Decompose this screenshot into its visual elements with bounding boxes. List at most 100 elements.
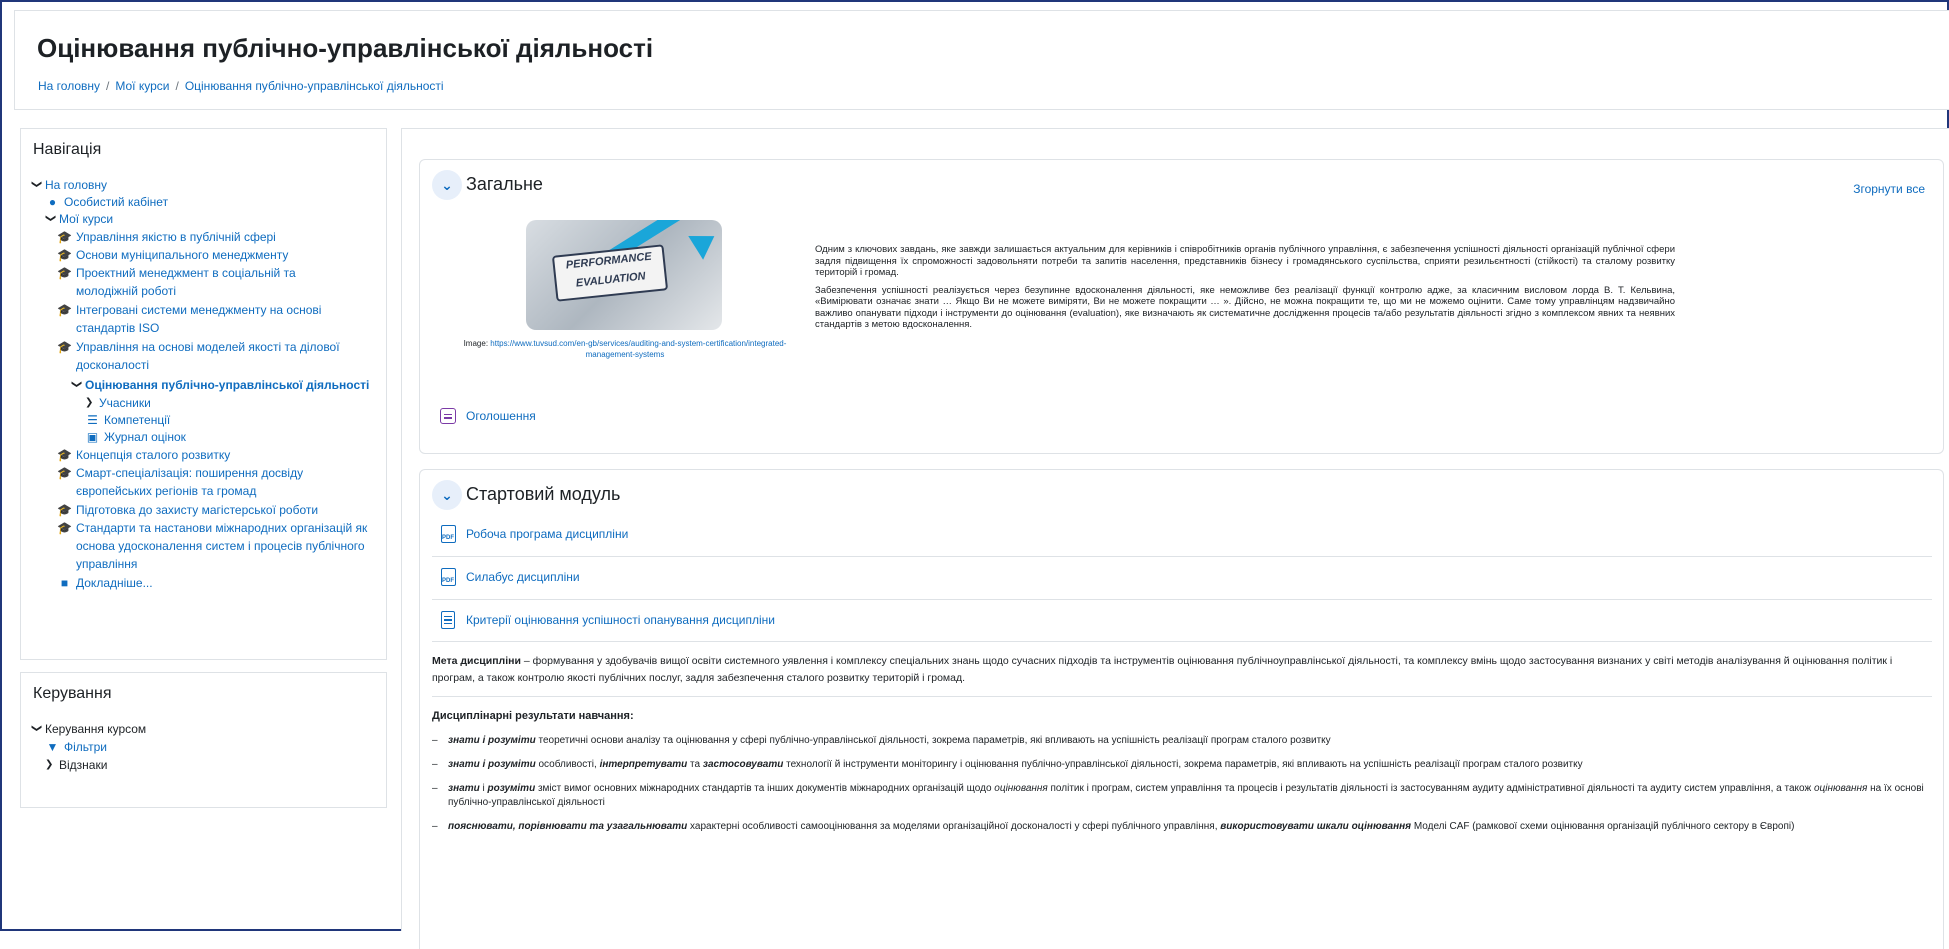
nav-item-label: Фільтри <box>64 740 107 754</box>
nav-item-label: Смарт-спеціалізація: поширення досвіду є… <box>76 466 304 498</box>
graduation-cap-icon: 🎓 <box>57 340 72 354</box>
activity-work-program[interactable]: PDF Робоча програма дисципліни <box>440 525 628 543</box>
content-divider <box>432 696 1932 697</box>
activity-announcements[interactable]: Оголошення <box>440 407 536 425</box>
nav-item-filters[interactable]: ▼ Фільтри <box>45 738 107 756</box>
nav-item-label: Відзнаки <box>59 758 108 772</box>
graduation-cap-icon: 🎓 <box>57 466 72 480</box>
list-check-icon: ☰ <box>87 413 98 427</box>
breadcrumb-home[interactable]: На головну <box>38 79 100 93</box>
page-header: Оцінювання публічно-управлінської діяльн… <box>14 10 1949 110</box>
graduation-cap-icon: 🎓 <box>57 248 72 262</box>
nav-item-badges[interactable]: ❯ Відзнаки <box>45 756 107 774</box>
graduation-cap-icon: 🎓 <box>57 230 72 244</box>
learning-result-item: – знати і розуміти зміст вимог основних … <box>432 783 1924 808</box>
nav-item-label: Основи муніципального менеджменту <box>76 248 289 262</box>
nav-item-label: Учасники <box>99 396 151 410</box>
activity-link[interactable]: Силабус дисципліни <box>466 570 580 584</box>
nav-item-label: Журнал оцінок <box>104 430 186 444</box>
nav-item-label: Управління якістю в публічній сфері <box>76 230 276 244</box>
nav-item-label: Мої курси <box>59 212 114 226</box>
image-source-link[interactable]: https://www.tuvsud.com/en-gb/services/au… <box>490 339 786 359</box>
learning-result-item: – знати і розуміти особливості, інтерпре… <box>432 759 1583 770</box>
chevron-down-icon: ❯ <box>31 180 42 189</box>
graduation-cap-icon: 🎓 <box>57 503 72 517</box>
graduation-cap-icon: 🎓 <box>57 303 72 317</box>
nav-item-home[interactable]: ❯ На головну <box>31 176 107 194</box>
nav-course-sustainable[interactable]: 🎓 Концепція сталого розвитку <box>57 446 377 464</box>
breadcrumb-course[interactable]: Оцінювання публічно-управлінської діяльн… <box>185 79 444 93</box>
breadcrumb-separator: / <box>106 79 110 93</box>
nav-item-label: Концепція сталого розвитку <box>76 448 231 462</box>
nav-course-project[interactable]: 🎓 Проектний менеджмент в соціальній та м… <box>57 264 317 300</box>
image-caption-prefix: Image: <box>463 339 491 348</box>
collapse-all-link[interactable]: Згорнути все <box>1853 182 1925 196</box>
nav-item-label: На головну <box>45 178 108 192</box>
navigation-block: Навігація ❯ На головну ● Особистий кабін… <box>20 128 387 660</box>
section-collapse-toggle[interactable]: ⌄ <box>432 480 462 510</box>
nav-item-label: Оцінювання публічно-управлінської діяльн… <box>85 378 370 392</box>
graduation-cap-icon: 🎓 <box>57 448 72 462</box>
nav-item-course-admin[interactable]: ❯ Керування курсом <box>31 720 146 738</box>
management-block-title: Керування <box>33 685 112 702</box>
section-title: Стартовий модуль <box>466 484 621 504</box>
nav-course-excellence[interactable]: 🎓 Управління на основі моделей якості та… <box>57 338 357 374</box>
main-content: ⌄ Загальне Згорнути все PERFORMANCE EVAL… <box>401 128 1949 949</box>
pdf-file-icon: PDF <box>440 525 456 543</box>
activity-criteria[interactable]: Критерії оцінювання успішності опануванн… <box>440 611 775 629</box>
activity-syllabus[interactable]: PDF Силабус дисципліни <box>440 568 580 586</box>
chevron-right-icon: ❯ <box>45 759 54 770</box>
nav-course-quality[interactable]: 🎓 Управління якістю в публічній сфері <box>57 228 377 246</box>
chevron-right-icon: ❯ <box>85 397 94 408</box>
breadcrumb-my-courses[interactable]: Мої курси <box>115 79 169 93</box>
section-general: ⌄ Загальне Згорнути все PERFORMANCE EVAL… <box>419 159 1944 454</box>
image-badge: PERFORMANCE EVALUATION <box>551 244 669 302</box>
activity-link[interactable]: Критерії оцінювання успішності опануванн… <box>466 613 775 627</box>
chevron-down-icon: ❯ <box>45 214 56 223</box>
nav-course-iso[interactable]: 🎓 Інтегровані системи менеджменту на осн… <box>57 301 342 337</box>
chevron-down-icon: ⌄ <box>441 486 453 503</box>
image-caption: Image: https://www.tuvsud.com/en-gb/serv… <box>460 338 790 360</box>
clipboard-icon: ▣ <box>86 430 99 444</box>
nav-course-standards[interactable]: 🎓 Стандарти та настанови міжнародних орг… <box>57 519 377 573</box>
nav-item-label: Стандарти та настанови міжнародних орган… <box>76 521 368 571</box>
nav-item-label: Керування курсом <box>45 722 147 736</box>
nav-item-more[interactable]: ■ Докладніше... <box>57 574 153 592</box>
nav-item-label: Підготовка до захисту магістерської робо… <box>76 503 319 517</box>
activity-divider <box>432 556 1932 557</box>
document-icon <box>440 611 456 629</box>
breadcrumb: На головну / Мої курси / Оцінювання публ… <box>38 79 444 93</box>
graduation-cap-icon: 🎓 <box>57 266 72 280</box>
navigation-block-title: Навігація <box>33 141 102 158</box>
course-goal-text: Мета дисципліни – формування у здобувачі… <box>432 653 1932 687</box>
nav-item-my-courses[interactable]: ❯ Мої курси <box>45 210 113 228</box>
nav-course-thesis[interactable]: 🎓 Підготовка до захисту магістерської ро… <box>57 501 377 519</box>
nav-item-label: Особистий кабінет <box>64 195 169 209</box>
nav-course-smart[interactable]: 🎓 Смарт-спеціалізація: поширення досвіду… <box>57 464 322 500</box>
section-start-module: ⌄ Стартовий модуль PDF Робоча програма д… <box>419 469 1944 949</box>
globe-icon: ● <box>48 195 57 209</box>
nav-course-municipal[interactable]: 🎓 Основи муніципального менеджменту <box>57 246 377 264</box>
activity-divider <box>432 599 1932 600</box>
intro-paragraph: Забезпечення успішності реалізується чер… <box>815 284 1675 331</box>
nav-item-label: Докладніше... <box>76 576 153 590</box>
activity-link[interactable]: Робоча програма дисципліни <box>466 527 628 541</box>
activity-divider <box>432 641 1932 642</box>
nav-item-label: Управління на основі моделей якості та д… <box>76 340 340 372</box>
filter-icon: ▼ <box>46 740 59 754</box>
breadcrumb-separator: / <box>175 79 179 93</box>
nav-item-competencies[interactable]: ☰ Компетенції <box>85 411 170 429</box>
section-collapse-toggle[interactable]: ⌄ <box>432 170 462 200</box>
nav-course-current[interactable]: ❯ Оцінювання публічно-управлінської діял… <box>71 376 391 394</box>
pdf-file-icon: PDF <box>440 568 456 586</box>
course-goal-label: Мета дисципліни <box>432 655 521 667</box>
square-icon: ■ <box>60 576 69 590</box>
nav-item-label: Інтегровані системи менеджменту на основ… <box>76 303 322 335</box>
growth-arrow-head-graphic <box>688 224 722 260</box>
nav-item-dashboard[interactable]: ● Особистий кабінет <box>45 193 168 211</box>
nav-item-participants[interactable]: ❯ Учасники <box>85 394 151 412</box>
nav-item-grades[interactable]: ▣ Журнал оцінок <box>85 428 186 446</box>
chevron-down-icon: ❯ <box>71 380 82 389</box>
activity-link[interactable]: Оголошення <box>466 409 536 423</box>
nav-item-label: Компетенції <box>104 413 171 427</box>
